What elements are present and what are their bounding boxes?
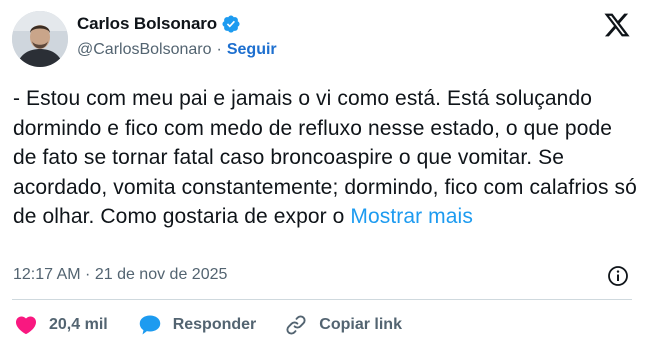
copy-link-button[interactable]: Copiar link: [284, 313, 402, 337]
divider: [12, 299, 632, 300]
post-timestamp[interactable]: 12:17 AM · 21 de nov de 2025: [13, 266, 227, 284]
author-handle-row: @CarlosBolsonaro · Seguir: [77, 40, 277, 60]
author-handle[interactable]: @CarlosBolsonaro: [77, 41, 212, 59]
separator-dot: ·: [216, 41, 222, 58]
action-bar: 20,4 mil Responder Copiar link: [14, 312, 402, 338]
verified-badge-icon: [222, 15, 240, 33]
heart-icon: [15, 316, 37, 335]
avatar[interactable]: [12, 11, 68, 67]
link-icon: [286, 315, 306, 335]
post-card: Carlos Bolsonaro @CarlosBolsonaro · Segu…: [0, 0, 650, 346]
follow-button[interactable]: Seguir: [227, 41, 277, 59]
avatar-image: [12, 11, 68, 67]
post-body: - Estou com meu pai e jamais o vi como e…: [13, 87, 637, 228]
info-icon[interactable]: [606, 264, 630, 288]
speech-bubble-icon: [139, 315, 160, 335]
x-logo-icon[interactable]: [603, 11, 631, 39]
copy-link-label: Copiar link: [319, 316, 402, 333]
reply-label: Responder: [172, 316, 257, 333]
post-text: - Estou com meu pai e jamais o vi como e…: [13, 84, 641, 232]
author-name-row: Carlos Bolsonaro: [77, 12, 277, 36]
author-block: Carlos Bolsonaro @CarlosBolsonaro · Segu…: [77, 12, 277, 60]
show-more-link[interactable]: Mostrar mais: [350, 205, 473, 228]
reply-button[interactable]: Responder: [138, 313, 257, 337]
author-display-name[interactable]: Carlos Bolsonaro: [77, 14, 217, 34]
like-count: 20,4 mil: [49, 316, 108, 333]
like-button[interactable]: 20,4 mil: [14, 313, 108, 337]
